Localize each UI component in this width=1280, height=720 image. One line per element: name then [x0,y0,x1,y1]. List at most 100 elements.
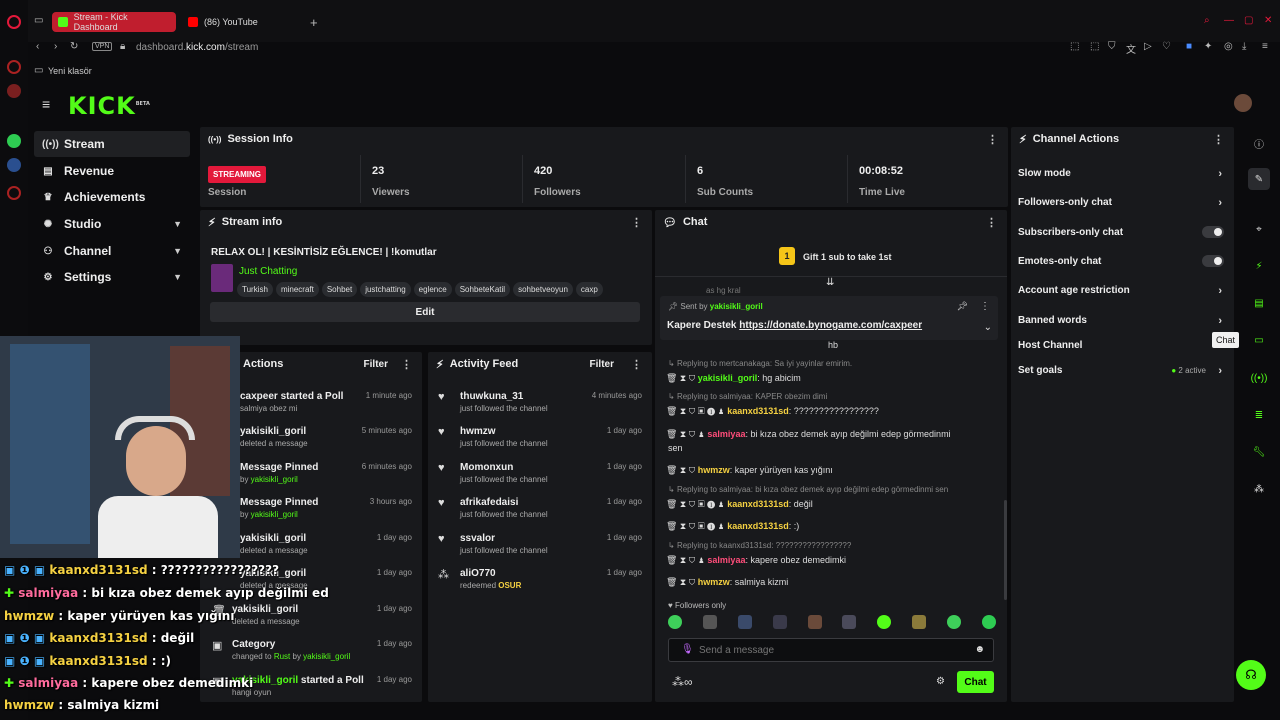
chat-bubble-icon[interactable]: ▭ [1248,329,1270,351]
filter-button[interactable]: Filter [364,359,388,370]
snapshot-icon[interactable]: ◎ [1224,41,1233,52]
send-chat-button[interactable]: Chat [957,671,994,693]
chat-username[interactable]: yakisikli_goril [698,373,758,383]
emote-icon[interactable] [772,615,787,629]
quick-action-icon[interactable]: ⚡︎ [1248,255,1270,277]
followers-only-row[interactable]: Followers-only chat › [1018,197,1228,209]
username-link[interactable]: yakisikli_goril [710,302,763,311]
reload-icon[interactable]: ↻ [70,41,78,52]
chat-message[interactable]: 🗑︎ ⧗ ⛉ hwmzw: salmiya kizmi [666,577,788,588]
edit-icon[interactable]: ✎ [1248,168,1270,190]
sidebar-item-stream[interactable]: ((•)) Stream [34,131,190,157]
emote-icon[interactable] [981,615,996,629]
avatar[interactable] [1234,94,1252,112]
category-link[interactable]: Just Chatting [239,266,297,277]
extension-icon[interactable]: ⬚ [1070,41,1079,52]
emote-icon[interactable] [668,615,682,629]
edit-button[interactable]: Edit [210,302,640,322]
emote-icon[interactable] [807,615,822,629]
emote-icon[interactable] [737,615,752,629]
download-icon[interactable]: ⤓ [1242,41,1246,52]
emote-icon[interactable] [912,615,927,629]
hamburger-menu-icon[interactable]: ≡ [42,96,50,112]
tab-menu-icon[interactable]: ▭ [34,15,43,26]
extension-icon[interactable]: ■ [1186,41,1192,52]
sidebar-app-icon[interactable] [7,84,21,98]
translate-icon[interactable]: 文 [1126,41,1136,56]
kebab-menu-icon[interactable]: ⋮ [1213,133,1224,146]
sidebar-item-achievements[interactable]: ♛ Achievements [34,184,190,210]
account-age-row[interactable]: Account age restriction › [1018,285,1228,297]
gear-icon[interactable]: ⚙ [936,676,945,687]
chat-message[interactable]: 🗑︎ ⧗ ⛉ ♟ salmiyaa: bi kıza obez demek ay… [666,429,951,440]
new-tab-icon[interactable]: + [310,15,318,30]
chat-message[interactable]: 🗑︎ ⧗ ⛉ ♟ salmiyaa: kapere obez demedimki [666,555,846,566]
kebab-menu-icon[interactable]: ⋮ [631,358,642,371]
set-goals-row[interactable]: Set goals ● 2 active › [1018,365,1228,377]
apps-icon[interactable]: ⁂ [1248,478,1270,500]
filter-button[interactable]: Filter [590,359,614,370]
chat-message[interactable]: 🗑︎ ⧗ ⛉ ▣ ❶ ♟ kaanxd3131sd: ?????????????… [666,406,879,417]
chat-username[interactable]: hwmzw [698,577,730,587]
url-field[interactable]: dashboard.kick.com/stream [136,42,258,53]
username-link[interactable]: yakisikli_goril [303,652,350,661]
support-headset-icon[interactable]: ☊ [1236,660,1266,690]
chat-username[interactable]: kaanxd3131sd [727,406,789,416]
sidebar-item-revenue[interactable]: ▤ Revenue [34,158,190,184]
sidebar-item-studio[interactable]: ✺ Studio ▼ [34,211,190,237]
back-icon[interactable]: ‹ [36,41,39,52]
screenshot-icon[interactable]: ⬚ [1090,41,1099,52]
chat-username[interactable]: hwmzw [698,465,730,475]
menu-icon[interactable]: ≡ [1262,41,1268,52]
chat-username[interactable]: salmiyaa [707,555,745,565]
pinned-link[interactable]: https://donate.bynogame.com/caxpeer [739,320,922,331]
info-icon[interactable]: ⓘ [1248,132,1270,154]
chat-message[interactable]: 🗑︎ ⧗ ⛉ ▣ ❶ ♟ kaanxd3131sd: :) [666,521,799,532]
sidebar-app-icon[interactable] [7,60,21,74]
chat-username[interactable]: kaanxd3131sd [727,521,789,531]
banned-words-row[interactable]: Banned words › [1018,315,1228,327]
subscribers-only-toggle[interactable] [1202,226,1224,238]
forward-icon[interactable]: › [54,41,57,52]
sidebar-item-channel[interactable]: ⚇ Channel ▼ [34,238,190,264]
close-icon[interactable]: ✕ [1264,15,1272,26]
bookmark-folder[interactable]: Yeni klasör [48,66,92,76]
username-link[interactable]: yakisikli_goril [251,510,298,519]
vpn-badge[interactable]: VPN [92,42,113,51]
list-icon[interactable]: ≣ [1248,404,1270,426]
host-channel-row[interactable]: Host Channel [1018,340,1228,351]
emote-icon[interactable] [702,615,717,629]
unpin-icon[interactable]: 📌︎ [957,301,968,312]
kebab-menu-icon[interactable]: ⋮ [980,301,990,312]
camera-icon[interactable]: ⌖ [1248,218,1270,240]
notes-icon[interactable]: ▤ [1248,292,1270,314]
heart-icon[interactable]: ♡ [1162,41,1171,52]
sidebar-app-icon[interactable] [7,158,21,172]
shield-icon[interactable]: ⛉ [1108,41,1116,52]
gift-banner[interactable]: 1 Gift 1 sub to take 1st [655,237,1007,277]
chat-message-input[interactable] [699,641,959,659]
kebab-menu-icon[interactable]: ⋮ [987,133,998,146]
scroll-to-bottom-icon[interactable]: ⇊ [826,277,834,288]
history-icon[interactable] [7,186,21,200]
slow-mode-row[interactable]: Slow mode › [1018,168,1228,180]
emoji-icon[interactable]: ☻ [974,644,985,655]
tab-youtube[interactable]: (86) YouTube [182,12,306,32]
chevron-down-icon[interactable]: ⌄ [984,322,992,333]
tab-kick-dashboard[interactable]: Stream - Kick Dashboard [52,12,176,32]
maximize-icon[interactable]: ▢ [1244,15,1253,26]
chat-message[interactable]: 🗑︎ ⧗ ⛉ yakisikli_goril: hg abicim [666,373,801,384]
category-link[interactable]: Rust [274,652,290,661]
minimize-icon[interactable]: — [1224,15,1234,26]
broadcast-icon[interactable]: ((•)) [1248,367,1270,389]
emote-icon[interactable] [947,615,961,629]
sidebar-item-settings[interactable]: ⚙ Settings ▼ [34,264,190,290]
extensions-puzzle-icon[interactable]: ✦ [1204,41,1212,52]
username-link[interactable]: yakisikli_goril [251,475,298,484]
kebab-menu-icon[interactable]: ⋮ [401,358,412,371]
emote-icon[interactable] [877,615,892,629]
kebab-menu-icon[interactable]: ⋮ [986,216,997,229]
chat-scrollbar[interactable] [1004,500,1007,600]
emote-icon[interactable] [842,615,857,629]
emotes-only-toggle[interactable] [1202,255,1224,267]
